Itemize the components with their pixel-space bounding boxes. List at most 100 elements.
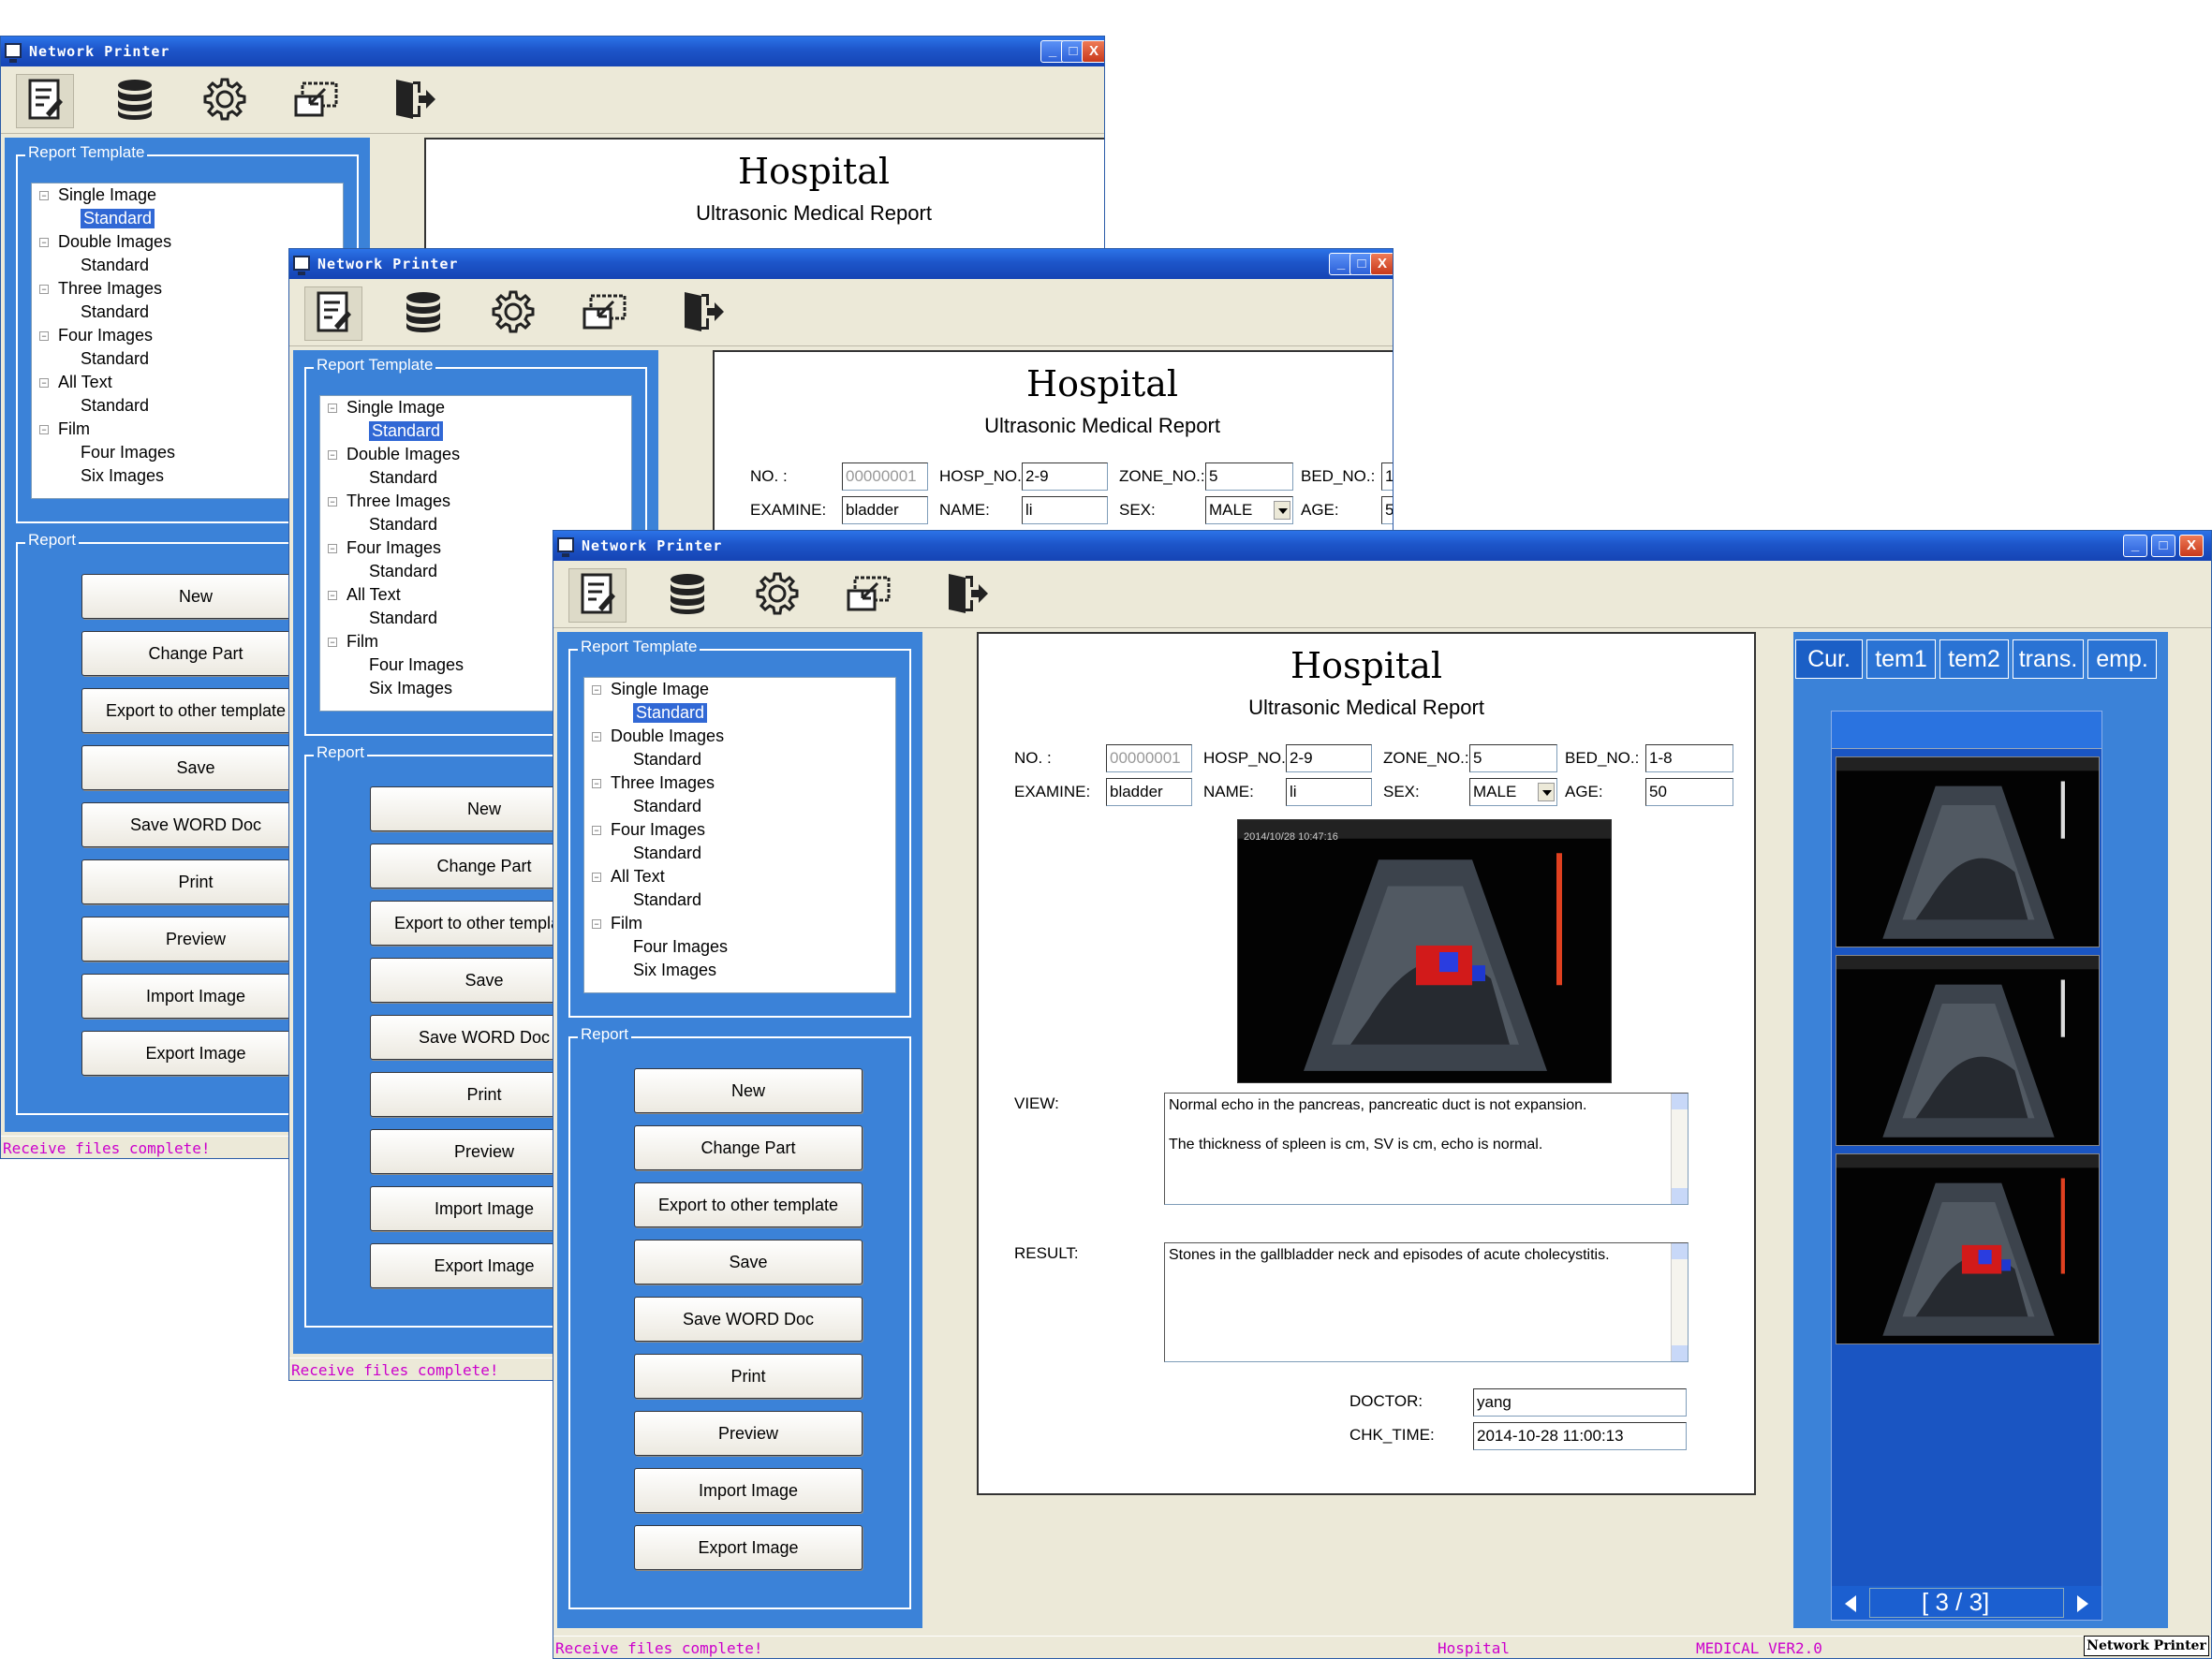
tree-node[interactable]: Single Image bbox=[58, 185, 156, 205]
zone-no-field[interactable]: 5 bbox=[1469, 744, 1557, 772]
tree-leaf[interactable]: Standard bbox=[369, 421, 444, 441]
change-part-button[interactable]: Change Part bbox=[634, 1125, 863, 1170]
no-field[interactable]: 00000001 bbox=[1106, 744, 1192, 772]
tree-node[interactable]: Three Images bbox=[611, 773, 715, 793]
tree-leaf[interactable]: Standard bbox=[633, 890, 701, 910]
chevron-down-icon[interactable] bbox=[1538, 783, 1555, 801]
collapse-toggle[interactable]: − bbox=[592, 873, 601, 882]
tree-node[interactable]: Three Images bbox=[347, 492, 450, 511]
hosp-no-field[interactable]: 2-9 bbox=[1286, 744, 1372, 772]
collapse-toggle[interactable]: − bbox=[328, 497, 337, 507]
tree-leaf[interactable]: Standard bbox=[369, 609, 437, 628]
examine-field[interactable]: bladder bbox=[1106, 778, 1192, 806]
tree-node[interactable]: Film bbox=[611, 914, 642, 933]
ultrasound-image[interactable]: 2014/10/28 10:47:16 bbox=[1237, 819, 1612, 1083]
minimize-button[interactable]: _ bbox=[2123, 535, 2147, 557]
age-field[interactable]: 50 bbox=[1645, 778, 1733, 806]
tree-leaf[interactable]: Six Images bbox=[633, 961, 716, 980]
tree-leaf[interactable]: Standard bbox=[81, 349, 149, 369]
tree-leaf[interactable]: Standard bbox=[81, 209, 155, 228]
toolbar-import-screen-button[interactable] bbox=[576, 286, 634, 341]
tab-trans[interactable]: trans. bbox=[2013, 639, 2084, 679]
scroll-down-icon[interactable] bbox=[1672, 1345, 1688, 1361]
tree-leaf[interactable]: Standard bbox=[369, 562, 437, 581]
tree-leaf[interactable]: Standard bbox=[81, 302, 149, 322]
collapse-toggle[interactable]: − bbox=[39, 331, 49, 341]
toolbar-report-edit-button[interactable] bbox=[568, 568, 627, 623]
thumbnail-image[interactable] bbox=[1836, 756, 2100, 947]
bed-no-field[interactable]: 1-8 bbox=[1645, 744, 1733, 772]
export-image-button[interactable]: Export Image bbox=[81, 1031, 310, 1076]
collapse-toggle[interactable]: − bbox=[39, 191, 49, 200]
tree-node[interactable]: Double Images bbox=[58, 232, 171, 252]
title-bar[interactable]: Network Printer _ □ X bbox=[289, 249, 1393, 279]
scroll-up-icon[interactable] bbox=[1672, 1243, 1688, 1259]
tree-leaf[interactable]: Four Images bbox=[633, 937, 728, 957]
tree-leaf[interactable]: Four Images bbox=[81, 443, 175, 462]
next-arrow-icon[interactable] bbox=[2077, 1595, 2088, 1612]
age-field[interactable]: 50 bbox=[1381, 496, 1393, 524]
tab-tem1[interactable]: tem1 bbox=[1866, 639, 1936, 679]
toolbar-report-edit-button[interactable] bbox=[304, 286, 362, 341]
close-button[interactable]: X bbox=[2179, 535, 2204, 557]
tab-emp[interactable]: emp. bbox=[2087, 639, 2157, 679]
print-button[interactable]: Print bbox=[81, 859, 310, 904]
collapse-toggle[interactable]: − bbox=[39, 378, 49, 388]
zone-no-field[interactable]: 5 bbox=[1205, 462, 1293, 491]
preview-button[interactable]: Preview bbox=[81, 917, 310, 962]
toolbar-gear-button[interactable] bbox=[196, 74, 254, 128]
tree-node[interactable]: Four Images bbox=[58, 326, 153, 345]
tree-node[interactable]: Single Image bbox=[347, 398, 445, 418]
name-field[interactable]: li bbox=[1286, 778, 1372, 806]
sex-field[interactable]: MALE bbox=[1469, 778, 1557, 806]
thumbnail-image[interactable] bbox=[1836, 955, 2100, 1146]
tab-tem2[interactable]: tem2 bbox=[1939, 639, 2009, 679]
hosp-no-field[interactable]: 2-9 bbox=[1022, 462, 1108, 491]
scrollbar[interactable] bbox=[1671, 1243, 1688, 1361]
collapse-toggle[interactable]: − bbox=[592, 779, 601, 788]
close-button[interactable]: X bbox=[1082, 40, 1104, 63]
collapse-toggle[interactable]: − bbox=[328, 591, 337, 600]
no-field[interactable]: 00000001 bbox=[842, 462, 928, 491]
toolbar-exit-door-button[interactable] bbox=[673, 286, 731, 341]
tree-node[interactable]: Three Images bbox=[58, 279, 162, 299]
import-image-button[interactable]: Import Image bbox=[81, 974, 310, 1019]
chk-time-field[interactable]: 2014-10-28 11:00:13 bbox=[1473, 1422, 1687, 1450]
collapse-toggle[interactable]: − bbox=[39, 238, 49, 247]
tree-leaf[interactable]: Standard bbox=[81, 256, 149, 275]
collapse-toggle[interactable]: − bbox=[592, 826, 601, 835]
export-to-other-template-button[interactable]: Export to other template bbox=[81, 688, 310, 733]
collapse-toggle[interactable]: − bbox=[592, 685, 601, 695]
toolbar-import-screen-button[interactable] bbox=[288, 74, 346, 128]
export-to-other-template-button[interactable]: Export to other template bbox=[634, 1182, 863, 1227]
collapse-toggle[interactable]: − bbox=[328, 404, 337, 413]
tree-leaf[interactable]: Six Images bbox=[369, 679, 452, 698]
bed-no-field[interactable]: 1-8 bbox=[1381, 462, 1393, 491]
name-field[interactable]: li bbox=[1022, 496, 1108, 524]
tree-leaf[interactable]: Standard bbox=[369, 515, 437, 535]
tree-leaf[interactable]: Standard bbox=[633, 750, 701, 770]
collapse-toggle[interactable]: − bbox=[39, 285, 49, 294]
toolbar-gear-button[interactable] bbox=[484, 286, 542, 341]
tree-leaf[interactable]: Standard bbox=[81, 396, 149, 416]
tab-cur[interactable]: Cur. bbox=[1795, 639, 1863, 679]
collapse-toggle[interactable]: − bbox=[328, 544, 337, 553]
toolbar-import-screen-button[interactable] bbox=[840, 568, 898, 623]
save-button[interactable]: Save bbox=[634, 1240, 863, 1285]
tree-node[interactable]: Film bbox=[58, 419, 90, 439]
toolbar-report-edit-button[interactable] bbox=[16, 74, 74, 128]
tree-node[interactable]: Double Images bbox=[347, 445, 460, 464]
view-textarea[interactable]: Normal echo in the pancreas, pancreatic … bbox=[1164, 1093, 1688, 1205]
toolbar-exit-door-button[interactable] bbox=[937, 568, 995, 623]
toolbar-database-button[interactable] bbox=[394, 286, 452, 341]
toolbar-gear-button[interactable] bbox=[748, 568, 806, 623]
collapse-toggle[interactable]: − bbox=[592, 732, 601, 741]
scroll-up-icon[interactable] bbox=[1672, 1094, 1688, 1109]
chevron-down-icon[interactable] bbox=[1274, 501, 1290, 520]
taskbar-label[interactable]: Network Printer bbox=[2084, 1636, 2209, 1656]
collapse-toggle[interactable]: − bbox=[592, 919, 601, 929]
import-image-button[interactable]: Import Image bbox=[634, 1468, 863, 1513]
preview-button[interactable]: Preview bbox=[634, 1411, 863, 1456]
sex-field[interactable]: MALE bbox=[1205, 496, 1293, 524]
title-bar[interactable]: Network Printer _ □ X bbox=[553, 531, 2211, 561]
